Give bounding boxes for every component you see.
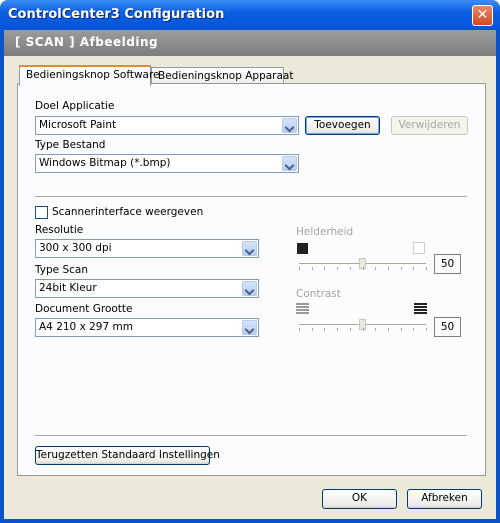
slider-tick — [375, 328, 376, 331]
slider-tick — [324, 328, 325, 331]
chevron-down-icon — [242, 320, 257, 335]
contrast-label: Contrast — [296, 288, 341, 300]
slider-tick — [337, 328, 338, 331]
slider-tick — [375, 267, 376, 270]
scanner-interface-label: Scannerinterface weergeven — [52, 206, 204, 218]
tab-panel: Doel Applicatie Microsoft Paint Toevoege… — [17, 83, 486, 476]
tab-label: Bedieningsknop Apparaat — [158, 70, 294, 82]
title-bar[interactable]: ControlCenter3 Configuration ✕ — [0, 0, 500, 30]
slider-tick — [299, 328, 300, 331]
target-app-select[interactable]: Microsoft Paint — [35, 116, 299, 135]
resolution-value: 300 x 300 dpi — [39, 242, 112, 254]
reset-defaults-button[interactable]: Terugzetten Standaard Instellingen — [35, 446, 220, 465]
add-button[interactable]: Toevoegen — [305, 116, 380, 135]
slider-tick — [426, 267, 427, 270]
slider-tick — [350, 267, 351, 270]
slider-tick — [299, 267, 300, 270]
slider-tick — [426, 328, 427, 331]
resolution-select[interactable]: 300 x 300 dpi — [35, 239, 259, 258]
slider-tick — [388, 328, 389, 331]
section-header: [ SCAN ] Afbeelding — [15, 35, 159, 49]
light-square-icon — [413, 242, 425, 254]
chevron-down-icon — [242, 241, 257, 256]
chevron-down-icon — [282, 156, 297, 171]
remove-button-label: Verwijderen — [398, 119, 461, 131]
target-app-value: Microsoft Paint — [39, 119, 117, 131]
header-band: [ SCAN ] Afbeelding — [4, 30, 496, 56]
contrast-value[interactable]: 50 — [434, 317, 461, 337]
remove-button[interactable]: Verwijderen — [391, 116, 468, 135]
document-size-label: Document Grootte — [35, 303, 133, 315]
scan-type-label: Type Scan — [35, 264, 88, 276]
file-type-label: Type Bestand — [35, 139, 106, 151]
separator — [35, 196, 467, 198]
tab-bedieningsknop-software[interactable]: Bedieningsknop Software — [19, 65, 160, 86]
add-button-label: Toevoegen — [314, 119, 371, 131]
dialog-client: [ SCAN ] Afbeelding Bedieningsknop Softw… — [4, 30, 496, 519]
chevron-down-icon — [282, 118, 297, 133]
slider-tick — [337, 267, 338, 270]
document-size-value: A4 210 x 297 mm — [39, 321, 133, 333]
slider-tick — [401, 328, 402, 331]
ok-button-label: OK — [351, 492, 368, 504]
scan-type-value: 24bit Kleur — [39, 282, 97, 294]
close-button[interactable]: ✕ — [472, 5, 493, 26]
chevron-down-icon — [242, 281, 257, 296]
slider-tick — [312, 328, 313, 331]
slider-tick — [401, 267, 402, 270]
close-icon: ✕ — [476, 7, 489, 23]
slider-tick — [363, 267, 364, 270]
brightness-value[interactable]: 50 — [434, 254, 461, 274]
file-type-value: Windows Bitmap (*.bmp) — [39, 157, 171, 169]
tab-label: Bedieningsknop Software — [26, 69, 160, 81]
resolution-label: Resolutie — [35, 224, 84, 236]
cancel-button-label: Afbreken — [421, 492, 468, 504]
cancel-button[interactable]: Afbreken — [407, 489, 482, 509]
file-type-select[interactable]: Windows Bitmap (*.bmp) — [35, 154, 299, 173]
dark-square-icon — [297, 243, 308, 254]
separator — [35, 435, 467, 437]
document-size-select[interactable]: A4 210 x 297 mm — [35, 318, 259, 337]
brightness-label: Helderheid — [296, 226, 354, 238]
slider-tick — [350, 328, 351, 331]
slider-tick — [324, 267, 325, 270]
target-app-label: Doel Applicatie — [35, 100, 115, 112]
reset-defaults-label: Terugzetten Standaard Instellingen — [36, 449, 220, 461]
scan-type-select[interactable]: 24bit Kleur — [35, 279, 259, 298]
slider-tick — [413, 267, 414, 270]
slider-tick — [388, 267, 389, 270]
slider-tick — [312, 267, 313, 270]
window-title: ControlCenter3 Configuration — [8, 7, 225, 22]
low-contrast-icon — [296, 303, 309, 314]
high-contrast-icon — [414, 303, 427, 314]
scanner-interface-checkbox[interactable] — [35, 206, 48, 219]
dialog-window: ControlCenter3 Configuration ✕ [ SCAN ] … — [0, 0, 500, 523]
ok-button[interactable]: OK — [322, 489, 397, 509]
slider-tick — [363, 328, 364, 331]
slider-tick — [413, 328, 414, 331]
